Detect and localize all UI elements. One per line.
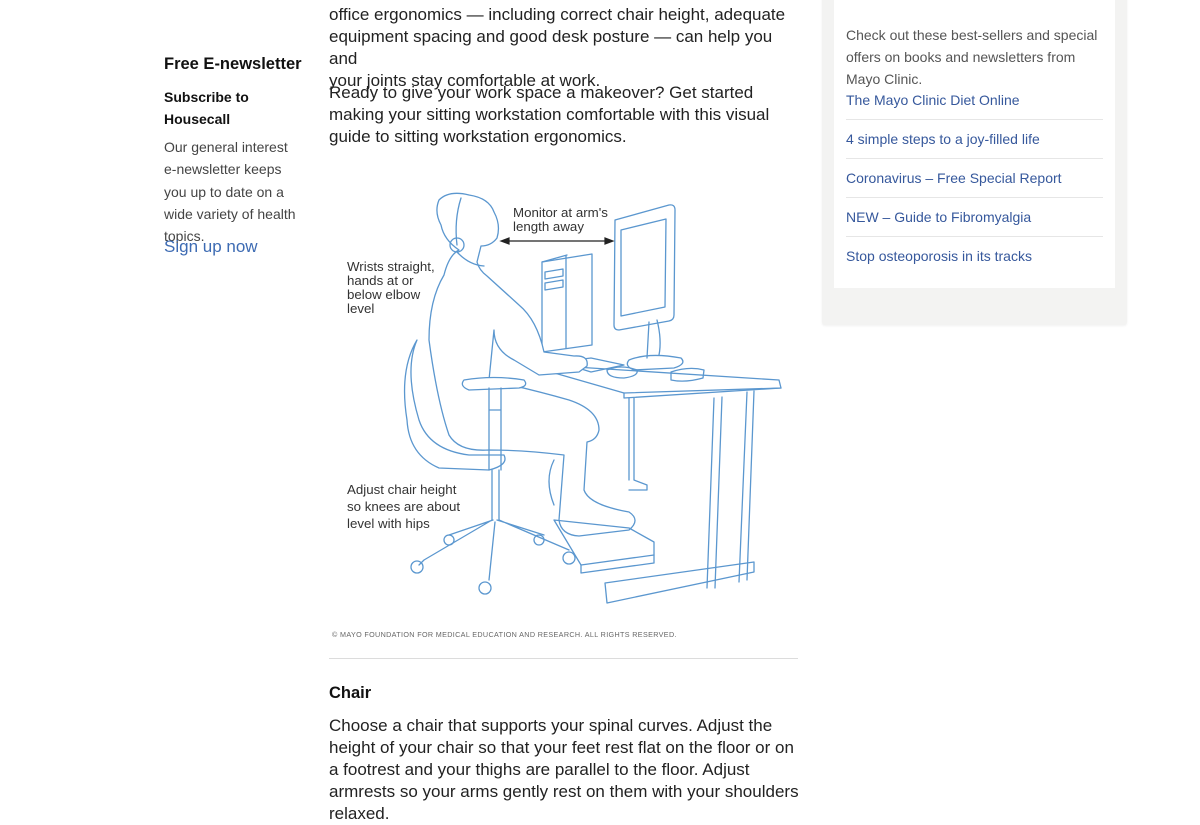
marketplace-link[interactable]: NEW – Guide to Fibromyalgia [846,209,1031,225]
newsletter-title: Free E-newsletter [164,55,302,73]
label-wrists-line: below elbow [347,287,421,302]
marketplace-link[interactable]: 4 simple steps to a joy-filled life [846,131,1040,147]
intro-paragraph: office ergonomics — including correct ch… [329,0,804,92]
marketplace-card: Mayo Clinic Marketplace Check out these … [834,0,1115,288]
marketplace-link-item: Stop osteoporosis in its tracks [846,237,1103,275]
section-heading-chair: Chair [329,684,372,702]
intro-line: office ergonomics — including correct ch… [329,5,786,24]
marketplace-link[interactable]: Stop osteoporosis in its tracks [846,248,1032,264]
label-monitor-line: Monitor at arm's [513,205,608,220]
marketplace-link[interactable]: Coronavirus – Free Special Report [846,170,1062,186]
computer-tower-drawing [541,253,593,353]
chair-drawing [403,339,576,595]
ergonomics-illustration: Monitor at arm's length away Wrists stra… [347,192,782,604]
marketplace-link-item: Coronavirus – Free Special Report [846,159,1103,198]
monitor-drawing [613,204,684,371]
label-wrists-line: hands at or [347,273,414,288]
person-drawing [428,192,636,537]
makeover-paragraph: Ready to give your work space a makeover… [329,83,770,146]
label-wrists-line: Wrists straight, [347,259,435,274]
marketplace-link-item: NEW – Guide to Fibromyalgia [846,198,1103,237]
label-chair-line: so knees are about [347,499,460,514]
subscribe-heading: Subscribe to Housecall [164,89,249,127]
illustration-copyright: © MAYO FOUNDATION FOR MEDICAL EDUCATION … [332,630,677,639]
section-divider [329,658,798,659]
intro-line: equipment spacing and good desk posture … [329,27,773,68]
marketplace-link[interactable]: The Mayo Clinic Diet Online [846,92,1020,108]
marketplace-link-item: The Mayo Clinic Diet Online [846,81,1103,120]
marketplace-panel: Mayo Clinic Marketplace Check out these … [822,0,1127,325]
signup-link[interactable]: Sign up now [164,237,258,257]
label-chair-line: Adjust chair height [347,482,457,497]
label-monitor-line: length away [513,219,584,234]
marketplace-links: The Mayo Clinic Diet Online 4 simple ste… [846,81,1103,275]
marketplace-link-item: 4 simple steps to a joy-filled life [846,120,1103,159]
distance-arrow [499,237,615,245]
newsletter-description: Our general interest e-newsletter keeps … [164,139,296,245]
chair-paragraph: Choose a chair that supports your spinal… [329,716,799,823]
label-chair-line: level with hips [347,516,430,531]
label-wrists-line: level [347,301,374,316]
